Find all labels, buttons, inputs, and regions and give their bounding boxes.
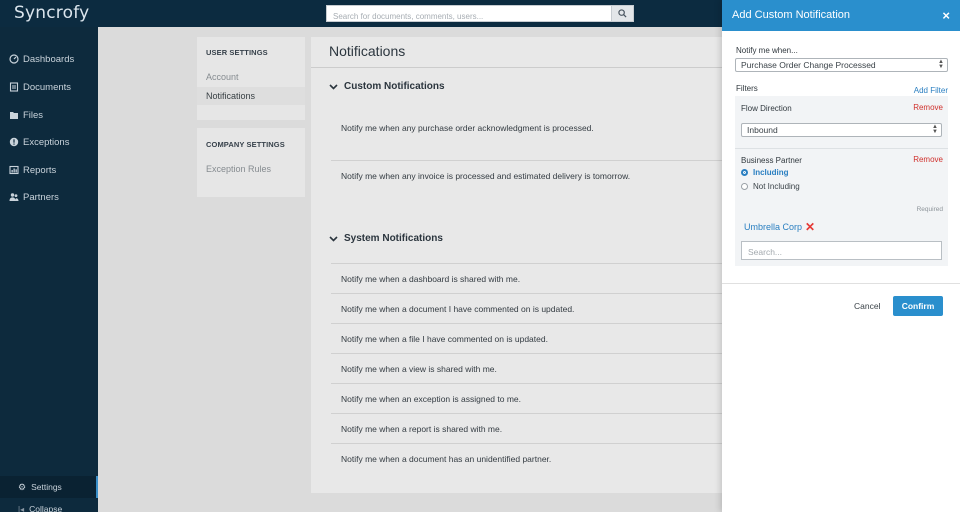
sidebar-item-label: Reports	[23, 164, 57, 176]
flow-direction-value: Inbound	[747, 125, 778, 135]
exceptions-icon	[8, 137, 19, 148]
system-notification-item[interactable]: Notify me when a view is shared with me.	[341, 364, 497, 374]
system-notification-item[interactable]: Notify me when a dashboard is shared wit…	[341, 274, 520, 284]
divider	[722, 283, 960, 284]
partner-tag-label: Umbrella Corp	[744, 222, 803, 232]
flow-direction-select[interactable]: Inbound ▲ ▼	[741, 123, 942, 137]
custom-notification-item[interactable]: Notify me when any invoice is processed …	[341, 171, 630, 181]
global-search-input[interactable]	[327, 9, 611, 24]
close-icon[interactable]: ×	[942, 8, 950, 23]
partner-search-field	[741, 241, 942, 261]
select-arrows-icon: ▲ ▼	[932, 124, 938, 135]
user-settings-card: USER SETTINGS Account Notifications	[197, 37, 305, 120]
collapse-label: Collapse	[29, 504, 63, 512]
sidebar-item-settings[interactable]: ⚙ Settings	[0, 476, 98, 498]
company-settings-card: COMPANY SETTINGS Exception Rules	[197, 128, 305, 197]
notify-me-when-label: Notify me when...	[736, 46, 798, 55]
panel-title: Add Custom Notification	[732, 9, 850, 21]
documents-icon	[8, 82, 19, 93]
custom-notifications-toggle[interactable]: Custom Notifications	[329, 81, 445, 92]
divider	[331, 383, 722, 384]
radio-label: Including	[753, 168, 789, 177]
settings-link-exception-rules[interactable]: Exception Rules	[206, 164, 271, 174]
radio-label: Not Including	[753, 182, 800, 191]
settings-link-notifications[interactable]: Notifications	[197, 87, 305, 105]
flow-direction-label: Flow Direction	[741, 104, 792, 113]
sidebar: Dashboards Documents Files Exceptions Re…	[0, 27, 98, 512]
cancel-button[interactable]: Cancel	[854, 301, 880, 311]
system-notification-item[interactable]: Notify me when an exception is assigned …	[341, 394, 521, 404]
sidebar-item-label: Settings	[31, 482, 62, 492]
partner-search-input[interactable]	[742, 243, 937, 261]
system-notification-item[interactable]: Notify me when a file I have commented o…	[341, 334, 548, 344]
divider	[331, 323, 722, 324]
divider	[311, 67, 722, 68]
system-notification-item[interactable]: Notify me when a document I have comment…	[341, 304, 574, 314]
notify-event-value: Purchase Order Change Processed	[741, 60, 876, 70]
add-custom-notification-panel: Add Custom Notification × Notify me when…	[722, 0, 960, 512]
divider	[331, 160, 722, 161]
confirm-button[interactable]: Confirm	[893, 296, 943, 316]
sidebar-item-partners[interactable]: Partners	[8, 189, 59, 205]
chevron-down-icon	[329, 83, 339, 90]
user-settings-heading: USER SETTINGS	[206, 48, 268, 57]
section-heading: Custom Notifications	[344, 81, 445, 92]
custom-notification-item[interactable]: Notify me when any purchase order acknow…	[341, 123, 594, 133]
sidebar-collapse-button[interactable]: |◂ Collapse	[18, 504, 62, 512]
sidebar-item-exceptions[interactable]: Exceptions	[8, 134, 69, 150]
divider	[331, 293, 722, 294]
sidebar-item-label: Documents	[23, 81, 72, 93]
notifications-panel: Notifications Custom Notifications Notif…	[311, 37, 722, 493]
notify-event-select[interactable]: Purchase Order Change Processed ▲ ▼	[735, 58, 948, 72]
system-notification-item[interactable]: Notify me when a report is shared with m…	[341, 424, 502, 434]
files-icon	[8, 110, 19, 121]
radio-not-including[interactable]: Not Including	[741, 182, 800, 191]
search-button[interactable]	[611, 6, 633, 21]
divider	[735, 148, 948, 149]
filters-label: Filters	[736, 84, 758, 93]
divider	[331, 443, 722, 444]
syncrofy-logo[interactable]: Syncrofy	[14, 3, 89, 23]
divider	[331, 263, 722, 264]
sidebar-item-documents[interactable]: Documents	[8, 79, 71, 95]
sidebar-item-dashboards[interactable]: Dashboards	[8, 51, 74, 67]
sidebar-item-label: Files	[23, 109, 44, 121]
global-search	[326, 5, 634, 24]
radio-including[interactable]: Including	[741, 168, 789, 177]
system-notifications-toggle[interactable]: System Notifications	[329, 233, 443, 244]
required-label: Required	[916, 206, 943, 213]
partners-icon	[8, 192, 19, 203]
dashboard-icon	[8, 54, 19, 65]
partner-tag: Umbrella Corp ✕	[744, 220, 815, 234]
radio-unchecked-icon	[741, 183, 748, 190]
select-arrows-icon: ▲ ▼	[938, 59, 944, 70]
remove-business-partner-link[interactable]: Remove	[913, 155, 943, 164]
system-notification-item[interactable]: Notify me when a document has an unident…	[341, 454, 551, 464]
sidebar-item-label: Partners	[23, 191, 59, 203]
sidebar-item-label: Exceptions	[23, 136, 70, 148]
reports-icon	[8, 165, 19, 176]
radio-checked-icon	[741, 169, 748, 176]
remove-flow-direction-link[interactable]: Remove	[913, 103, 943, 112]
add-filter-link[interactable]: Add Filter	[914, 86, 948, 95]
divider	[331, 413, 722, 414]
remove-tag-icon[interactable]: ✕	[805, 220, 815, 234]
collapse-icon: |◂	[18, 504, 25, 512]
section-heading: System Notifications	[344, 233, 443, 244]
sidebar-item-label: Dashboards	[23, 53, 75, 65]
company-settings-heading: COMPANY SETTINGS	[206, 140, 285, 149]
search-icon	[618, 9, 627, 18]
page-title: Notifications	[329, 43, 406, 59]
business-partner-label: Business Partner	[741, 156, 802, 165]
panel-header: Add Custom Notification ×	[722, 0, 960, 31]
chevron-down-icon	[329, 235, 339, 242]
settings-link-account[interactable]: Account	[206, 72, 239, 82]
divider	[331, 353, 722, 354]
gear-icon: ⚙	[18, 481, 27, 492]
sidebar-item-reports[interactable]: Reports	[8, 162, 56, 178]
sidebar-item-files[interactable]: Files	[8, 107, 43, 123]
